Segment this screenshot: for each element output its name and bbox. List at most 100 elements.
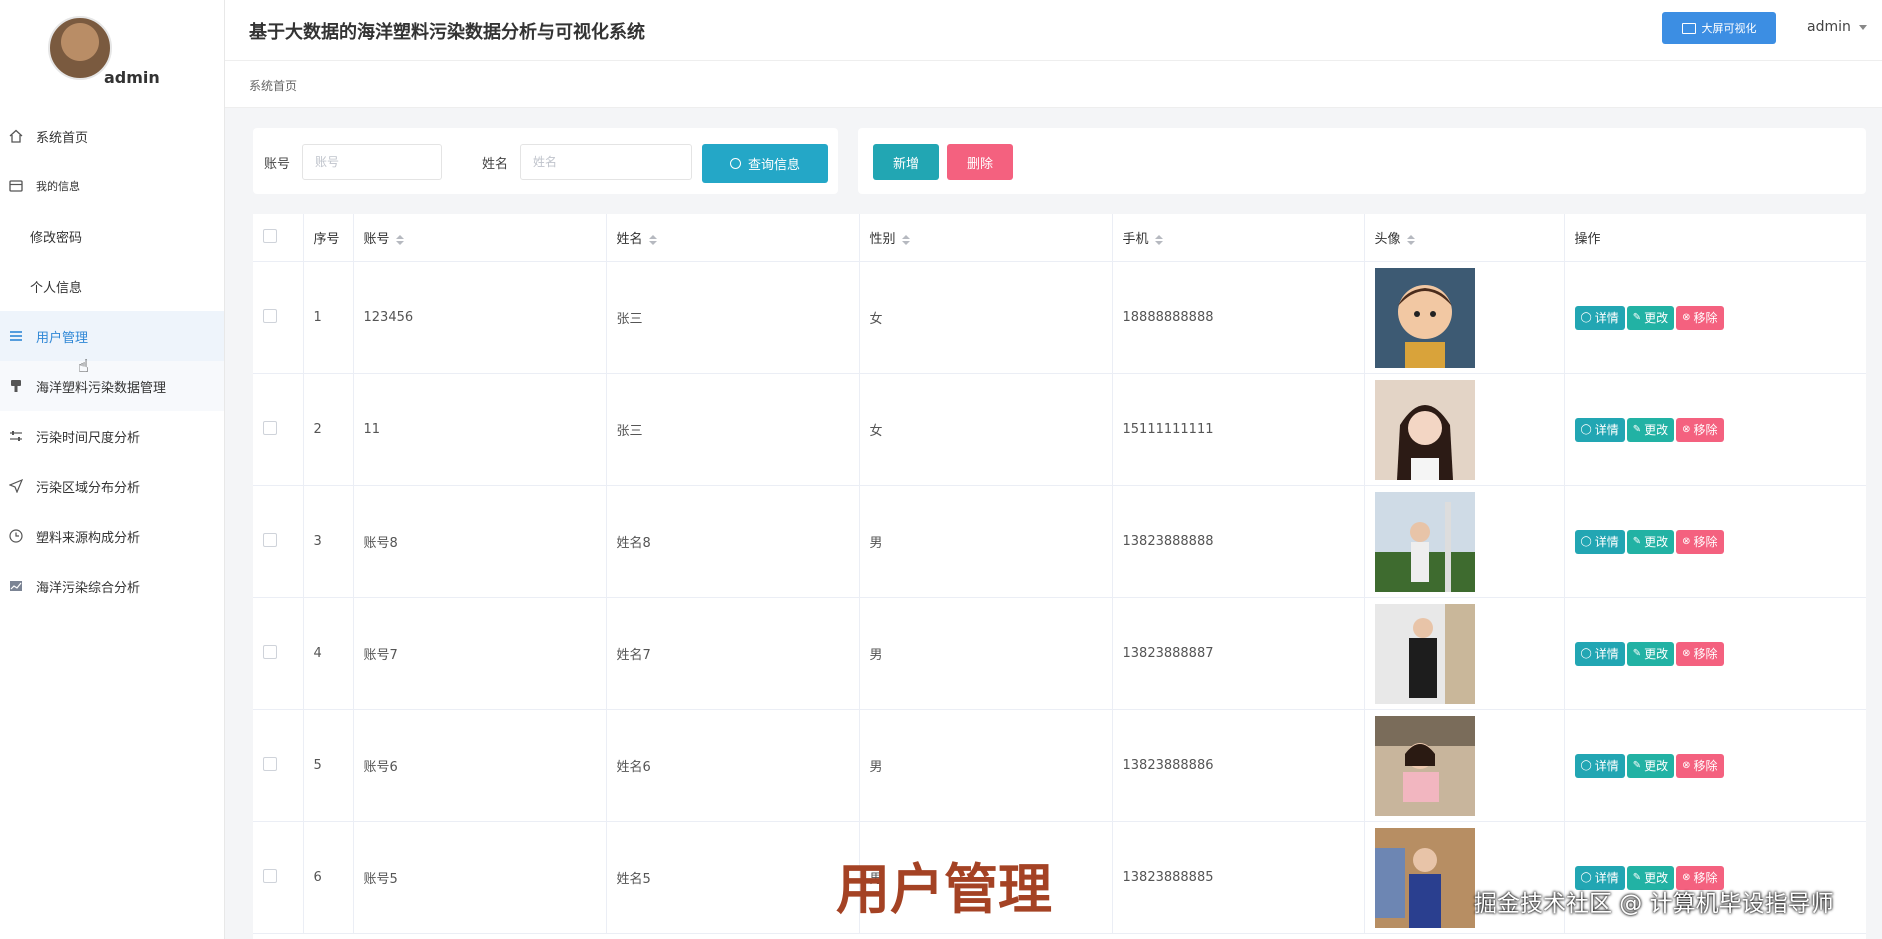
avatar-image[interactable] [1374, 603, 1554, 704]
admin-label: admin [1807, 19, 1851, 35]
detail-label: 详情 [1594, 647, 1619, 661]
sort-icon[interactable] [1154, 234, 1163, 245]
row-select-cell[interactable] [253, 597, 304, 710]
remove-button[interactable]: ⊗ 移除 [1676, 529, 1724, 554]
row-checkbox[interactable] [263, 756, 277, 771]
hand-cursor-icon: ☝ [78, 356, 89, 377]
col-name[interactable]: 姓名 [606, 214, 860, 262]
name-input[interactable] [520, 144, 692, 180]
page-title: 基于大数据的海洋塑料污染数据分析与可视化系统 [249, 22, 645, 43]
avatar-image[interactable] [1374, 491, 1554, 592]
account-input[interactable] [302, 144, 442, 180]
sidebar-item-personal-info[interactable]: 个人信息 [0, 261, 254, 311]
avatar[interactable] [48, 16, 112, 80]
detail-label: 详情 [1594, 423, 1619, 437]
col-gender[interactable]: 性别 [859, 214, 1113, 262]
select-all-checkbox[interactable] [263, 228, 277, 243]
query-label: 查询信息 [747, 158, 800, 173]
col-name-label: 姓名 [616, 232, 643, 247]
edit-label: 更改 [1644, 423, 1669, 437]
action-panel: 新增 删除 [858, 128, 1866, 194]
edit-label: 更改 [1644, 647, 1669, 661]
row-name: 张三 [606, 373, 860, 486]
remove-circle-icon: ⊗ [1682, 424, 1691, 435]
avatar-image[interactable] [1374, 715, 1554, 816]
caret-down-icon [1858, 24, 1867, 30]
col-account[interactable]: 账号 [353, 214, 607, 262]
col-phone-label: 手机 [1122, 232, 1149, 247]
row-index: 5 [303, 709, 354, 822]
row-select-cell[interactable] [253, 709, 304, 822]
col-phone[interactable]: 手机 [1112, 214, 1365, 262]
sidebar-item-region-analysis[interactable]: 污染区域分布分析 [0, 461, 224, 511]
edit-button[interactable]: ✎ 更改 [1626, 529, 1675, 554]
row-avatar-cell [1364, 373, 1565, 486]
sidebar-item-label: 用户管理 [36, 330, 89, 346]
sort-icon[interactable] [648, 234, 657, 245]
remove-circle-icon: ⊗ [1682, 648, 1691, 659]
remove-circle-icon: ⊗ [1682, 760, 1691, 771]
row-phone: 13823888885 [1112, 821, 1365, 934]
row-checkbox[interactable] [263, 868, 277, 883]
edit-button[interactable]: ✎ 更改 [1626, 417, 1675, 442]
detail-button[interactable]: ◯ 详情 [1574, 305, 1625, 330]
remove-button[interactable]: ⊗ 移除 [1676, 641, 1724, 666]
avatar-image[interactable] [1374, 267, 1554, 368]
select-all-cell[interactable] [253, 214, 304, 262]
sidebar-item-user-management[interactable]: 用户管理 [0, 311, 224, 361]
row-index: 3 [303, 485, 354, 598]
row-select-cell[interactable] [253, 373, 304, 486]
avatar-image[interactable] [1374, 379, 1554, 480]
sort-icon[interactable] [395, 234, 404, 245]
row-select-cell[interactable] [253, 485, 304, 598]
breadcrumb[interactable]: 系统首页 [249, 77, 297, 94]
sidebar-item-plastic-data[interactable]: 海洋塑料污染数据管理 [0, 361, 224, 411]
bigscreen-button[interactable]: 大屏可视化 [1662, 12, 1776, 44]
row-avatar-cell [1364, 709, 1565, 822]
sidebar-item-home[interactable]: 系统首页 [0, 111, 224, 161]
sort-icon[interactable] [1406, 234, 1415, 245]
detail-button[interactable]: ◯ 详情 [1574, 753, 1625, 778]
row-checkbox[interactable] [263, 308, 277, 323]
sidebar-item-change-password[interactable]: 修改密码 [0, 211, 254, 261]
edit-button[interactable]: ✎ 更改 [1626, 641, 1675, 666]
add-button[interactable]: 新增 [873, 144, 939, 180]
brush-icon [8, 378, 24, 394]
sidebar-item-source-analysis[interactable]: 塑料来源构成分析 [0, 511, 224, 561]
row-avatar-cell [1364, 485, 1565, 598]
row-ops: ◯ 详情 ✎ 更改 ⊗ 移除 [1564, 485, 1866, 598]
sidebar-item-comprehensive-analysis[interactable]: 海洋污染综合分析 [0, 561, 224, 611]
detail-button[interactable]: ◯ 详情 [1574, 529, 1625, 554]
col-avatar-label: 头像 [1374, 232, 1401, 247]
sort-icon[interactable] [901, 234, 910, 245]
remove-button[interactable]: ⊗ 移除 [1676, 753, 1724, 778]
edit-button[interactable]: ✎ 更改 [1626, 753, 1675, 778]
remove-button[interactable]: ⊗ 移除 [1676, 417, 1724, 442]
row-checkbox[interactable] [263, 644, 277, 659]
query-button[interactable]: 查询信息 [702, 144, 828, 183]
pencil-icon: ✎ [1632, 760, 1642, 771]
col-avatar[interactable]: 头像 [1364, 214, 1565, 262]
row-select-cell[interactable] [253, 261, 304, 374]
sidebar-item-time-analysis[interactable]: 污染时间尺度分析 [0, 411, 224, 461]
detail-button[interactable]: ◯ 详情 [1574, 641, 1625, 666]
row-account: 账号8 [353, 485, 607, 598]
row-index: 6 [303, 821, 354, 934]
sidebar-item-my-info[interactable]: 我的信息 [0, 161, 224, 211]
row-select-cell[interactable] [253, 821, 304, 934]
detail-button[interactable]: ◯ 详情 [1574, 417, 1625, 442]
row-checkbox[interactable] [263, 420, 277, 435]
sidebar-item-label: 海洋污染综合分析 [36, 580, 141, 596]
table-header-row: 序号 账号 姓名 性别 手机 头像 操作 [253, 214, 1866, 262]
remove-button[interactable]: ⊗ 移除 [1676, 305, 1724, 330]
chart-icon [8, 578, 24, 594]
user-table: 序号 账号 姓名 性别 手机 头像 操作 1 123456 张三女 188888888… [253, 214, 1866, 939]
row-account: 账号5 [353, 821, 607, 934]
detail-label: 详情 [1594, 311, 1619, 325]
delete-button[interactable]: 删除 [947, 144, 1013, 180]
sliders-icon [8, 428, 24, 444]
admin-dropdown[interactable]: admin [1807, 19, 1867, 35]
row-checkbox[interactable] [263, 532, 277, 547]
edit-button[interactable]: ✎ 更改 [1626, 305, 1675, 330]
remove-label: 移除 [1693, 535, 1718, 549]
